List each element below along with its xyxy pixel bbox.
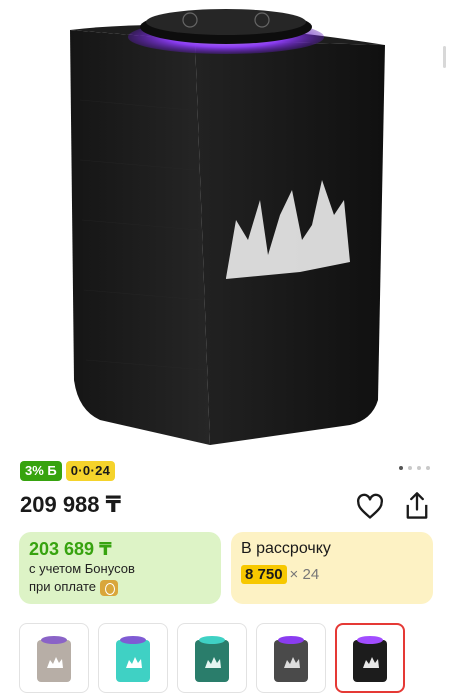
speaker-thumbnail-icon: [195, 636, 229, 682]
bonus-caption-2-row: при оплате: [29, 578, 211, 596]
bonus-badge: 3% Б: [20, 461, 62, 481]
variant-thumb-turquoise[interactable]: [98, 623, 168, 693]
bonus-caption-2: при оплате: [29, 579, 96, 594]
speaker-thumbnail-icon: [37, 636, 71, 682]
product-price: 209 988 ₸: [20, 492, 121, 517]
favorite-button[interactable]: [356, 493, 384, 521]
speaker-thumbnail-icon: [274, 636, 308, 682]
promo-badges: 3% Б 0·0·24: [20, 461, 116, 481]
share-icon: [406, 492, 428, 519]
product-image[interactable]: [0, 0, 452, 450]
gallery-dot: [399, 466, 403, 470]
speaker-thumbnail-icon: [116, 636, 150, 682]
gallery-dot: [417, 466, 421, 470]
installment-multiplier: × 24: [289, 566, 320, 583]
speaker-thumbnail-icon: [353, 636, 387, 682]
bonus-coin-icon: [99, 579, 118, 596]
installment-title: В рассрочку: [241, 540, 331, 557]
color-variants: [19, 623, 405, 693]
gallery-pagination: [399, 466, 430, 470]
variant-thumb-beige[interactable]: [19, 623, 89, 693]
variant-thumb-green[interactable]: [177, 623, 247, 693]
installment-row: 8 750 × 24: [241, 565, 423, 584]
heart-icon: [357, 493, 383, 519]
share-button[interactable]: [403, 491, 431, 521]
scroll-indicator: [443, 46, 446, 68]
bonus-price-card[interactable]: 203 689 ₸ с учетом Бонусов при оплате: [19, 532, 221, 604]
installment-card[interactable]: В рассрочку 8 750 × 24: [231, 532, 433, 604]
variant-thumb-black[interactable]: [335, 623, 405, 693]
bonus-caption-1: с учетом Бонусов: [29, 561, 135, 576]
smart-speaker-illustration: [70, 9, 385, 445]
gallery-dot: [408, 466, 412, 470]
bonus-price: 203 689 ₸: [29, 539, 112, 559]
installment-amount: 8 750: [241, 565, 287, 584]
gallery-dot: [426, 466, 430, 470]
installment-badge: 0·0·24: [65, 461, 116, 481]
variant-thumb-graphite[interactable]: [256, 623, 326, 693]
